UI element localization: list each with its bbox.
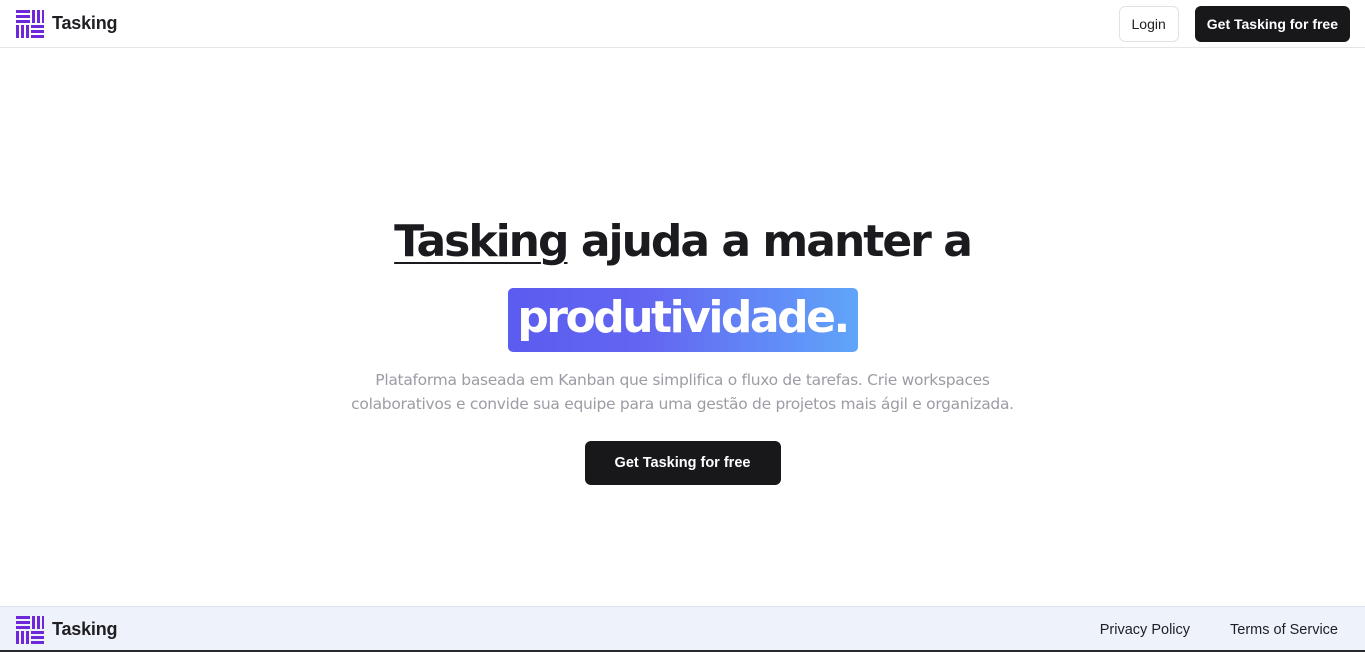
hero-get-started-button[interactable]: Get Tasking for free: [584, 441, 781, 485]
tasking-logo-icon: [16, 615, 44, 644]
hero-title-rest: ajuda a manter a: [567, 216, 973, 267]
privacy-policy-link[interactable]: Privacy Policy: [1100, 622, 1190, 638]
header-brand-link[interactable]: Tasking: [16, 9, 118, 38]
hero-cta-wrap: Get Tasking for free: [0, 441, 1365, 485]
hero-description: Plataforma baseada em Kanban que simplif…: [351, 371, 1014, 413]
hero-title: Tasking ajuda a manter a: [0, 210, 1365, 274]
header-actions: Login Get Tasking for free: [1118, 5, 1350, 42]
header-brand-name: Tasking: [52, 13, 118, 33]
hero-section: Tasking ajuda a manter a produtividade. …: [0, 210, 1365, 485]
footer-brand-name: Tasking: [52, 619, 118, 639]
footer-brand-link[interactable]: Tasking: [16, 615, 118, 644]
login-button[interactable]: Login: [1118, 5, 1179, 42]
header-get-started-button[interactable]: Get Tasking for free: [1194, 5, 1350, 42]
tasking-logo-icon: [16, 9, 44, 38]
hero-title-brand: Tasking: [394, 216, 569, 267]
hero-highlight-word: produtividade.: [507, 288, 858, 352]
terms-of-service-link[interactable]: Terms of Service: [1230, 622, 1338, 638]
footer: Tasking Privacy Policy Terms of Service: [0, 606, 1365, 652]
hero-highlight-wrap: produtividade.: [0, 288, 1365, 352]
top-navbar: Tasking Login Get Tasking for free: [0, 0, 1365, 48]
landing-page: Tasking Login Get Tasking for free Taski…: [0, 0, 1365, 652]
footer-links: Privacy Policy Terms of Service: [1100, 622, 1338, 638]
